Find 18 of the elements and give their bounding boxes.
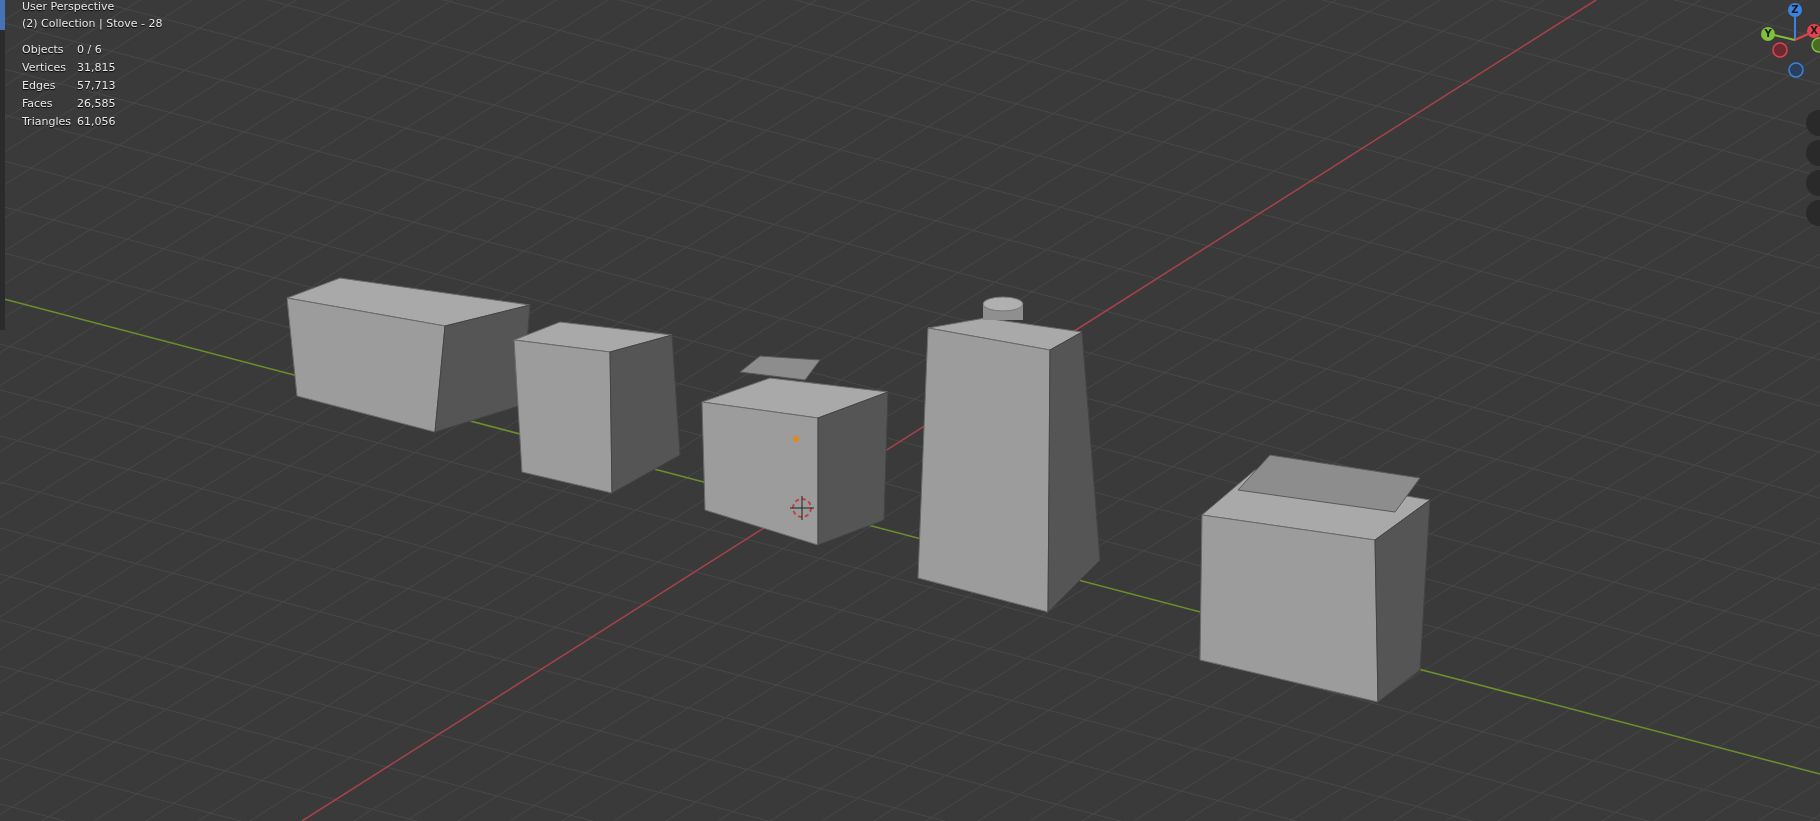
origin-dot-icon	[793, 436, 799, 442]
gizmo-axis-lines	[1773, 15, 1809, 41]
collection-label: (2) Collection | Stove - 28	[22, 17, 163, 32]
stat-label: Edges	[22, 79, 57, 93]
3d-cursor-icon	[789, 495, 815, 521]
stat-value: 57,713	[77, 79, 117, 93]
stat-label: Objects	[22, 43, 65, 57]
negative-axis-ball[interactable]	[1788, 62, 1804, 78]
stat-value: 61,056	[77, 115, 117, 129]
select-tool-button[interactable]	[0, 0, 5, 30]
stat-label: Vertices	[22, 61, 67, 75]
stat-label: Faces	[22, 97, 54, 111]
stat-value: 0 / 6	[77, 43, 103, 57]
negative-axis-ball[interactable]	[1772, 42, 1788, 58]
view-name: User Perspective	[22, 0, 116, 15]
stat-label: Triangles	[22, 115, 72, 129]
stat-value: 26,585	[77, 97, 117, 111]
stat-value: 31,815	[77, 61, 117, 75]
